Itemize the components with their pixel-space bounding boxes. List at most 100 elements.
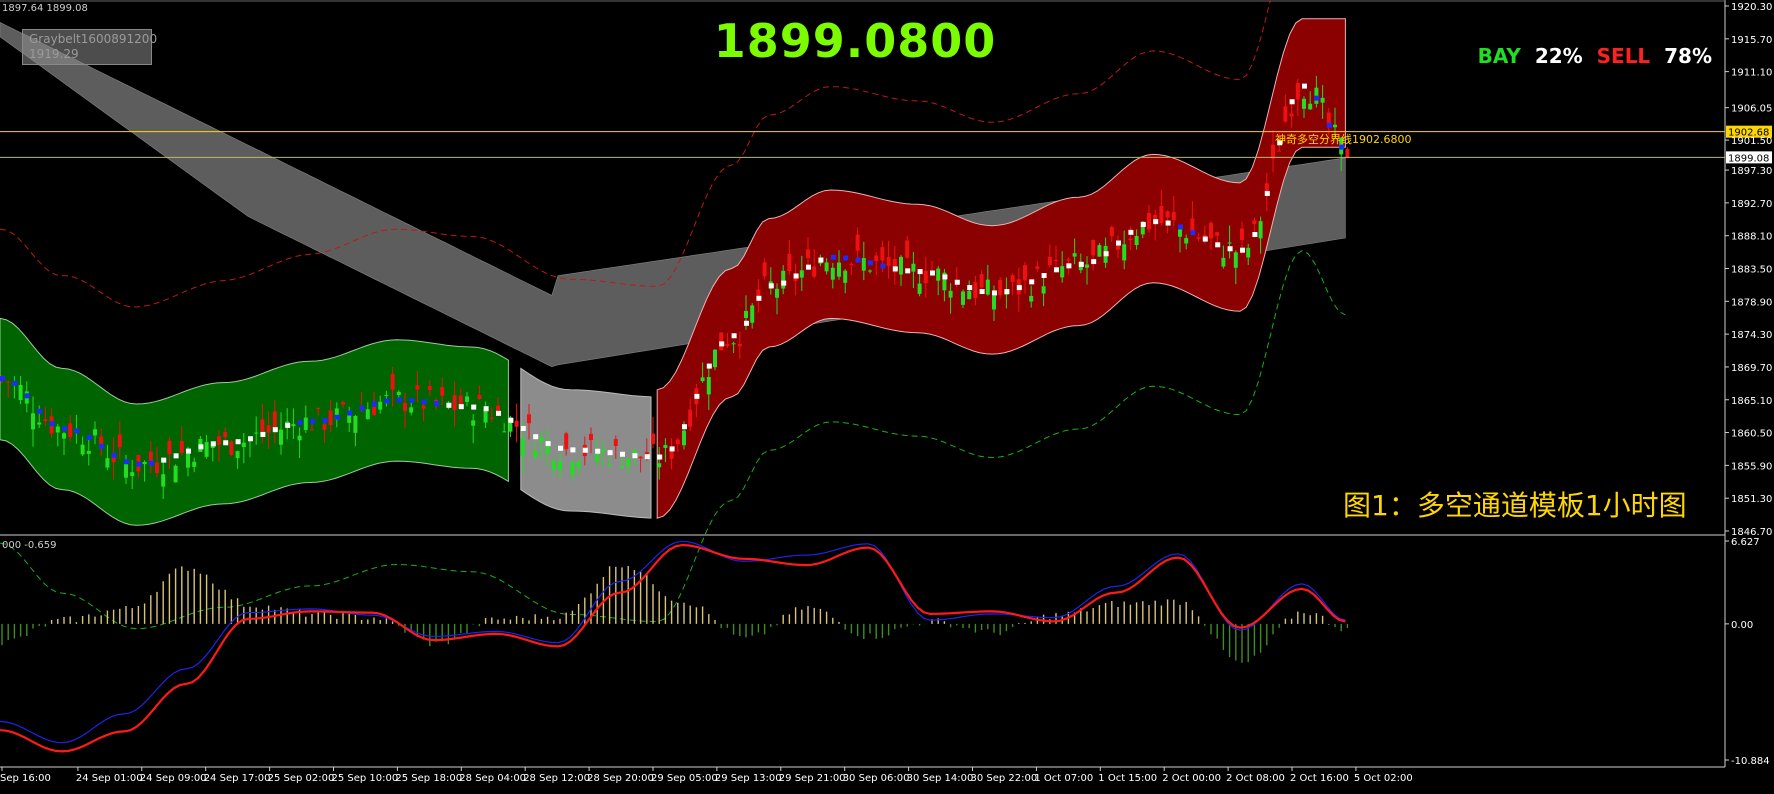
- candle-body: [762, 262, 767, 277]
- trend-dot: [768, 283, 774, 289]
- candle-body: [843, 270, 848, 283]
- candle-body: [744, 310, 748, 318]
- trend-dot: [868, 260, 873, 266]
- macd-panel: [0, 540, 1349, 753]
- candle-body: [117, 434, 122, 448]
- candle-body: [365, 409, 370, 420]
- price-tick-label: 1897.30: [1731, 166, 1772, 177]
- candle-body: [936, 268, 941, 281]
- trend-dot: [124, 459, 129, 465]
- time-tick-label: 30 Sep 14:00: [907, 773, 974, 784]
- candle-body: [725, 343, 730, 347]
- candle-body: [440, 386, 445, 396]
- candle-body: [217, 436, 221, 445]
- trend-dot: [1041, 273, 1047, 279]
- bay-pct: 22%: [1534, 44, 1583, 68]
- bay-label: BAY: [1477, 44, 1521, 68]
- candle-body: [192, 461, 197, 467]
- trend-dot: [533, 434, 539, 440]
- candle-body: [396, 391, 401, 395]
- candle-body: [1060, 266, 1065, 278]
- candle-body: [551, 460, 556, 470]
- time-tick-label: 1 Oct 15:00: [1098, 773, 1157, 784]
- candle-body: [43, 419, 48, 422]
- trend-dot: [1054, 267, 1059, 273]
- trend-dot: [235, 439, 241, 445]
- candle-body: [1277, 150, 1282, 152]
- trend-dot: [1314, 95, 1320, 101]
- time-tick-label: 24 Sep 09:00: [140, 773, 207, 784]
- trend-dot: [99, 443, 105, 449]
- macd-tick-label: -10.884: [1731, 756, 1770, 767]
- candle-body: [1209, 222, 1213, 239]
- candle-body: [1289, 113, 1294, 117]
- candle-body: [1122, 244, 1127, 261]
- trend-dot: [520, 425, 526, 431]
- trend-dot: [458, 404, 464, 410]
- candle-body: [899, 256, 903, 275]
- candle-body: [1184, 238, 1189, 244]
- trend-dot: [1326, 122, 1332, 128]
- trend-dot: [694, 393, 700, 399]
- candle-body: [1159, 206, 1164, 224]
- trend-dot: [508, 417, 514, 423]
- candle-body: [322, 424, 327, 430]
- candle-body: [527, 414, 531, 424]
- candle-body: [948, 290, 953, 298]
- time-tick-label: 2 Oct 08:00: [1226, 773, 1285, 784]
- candle-body: [700, 377, 705, 382]
- candle-body: [917, 283, 922, 294]
- candle-body: [657, 463, 662, 468]
- candle-body: [6, 381, 11, 383]
- trend-dot: [434, 401, 439, 407]
- candle-body: [787, 253, 792, 272]
- candle-body: [651, 433, 655, 445]
- trend-dot: [322, 417, 328, 423]
- macd-tick-label: 0.00: [1731, 620, 1753, 631]
- candle-body: [254, 432, 259, 434]
- candle-body: [1116, 245, 1120, 250]
- trend-dot: [297, 419, 303, 425]
- trend-dot: [719, 341, 725, 347]
- trend-dot: [582, 447, 588, 453]
- trend-dot: [396, 397, 402, 403]
- candle-body: [849, 263, 854, 265]
- candle-body: [272, 411, 277, 429]
- time-tick-label: 2 Oct 16:00: [1290, 773, 1349, 784]
- trend-dot: [1190, 230, 1196, 236]
- sell-pct: 78%: [1664, 44, 1712, 68]
- candle-body: [1054, 259, 1058, 261]
- trend-dot: [558, 445, 563, 451]
- trend-dot: [49, 421, 55, 427]
- candle-body: [1258, 221, 1263, 239]
- candle-body: [1252, 220, 1257, 225]
- candle-body: [1085, 264, 1089, 268]
- trend-dot: [620, 451, 625, 457]
- candle-body: [1128, 238, 1133, 241]
- candle-body: [310, 429, 314, 431]
- candle-body: [372, 406, 376, 416]
- candle-body: [130, 472, 135, 476]
- time-tick-label: 24 Sep 01:00: [76, 773, 143, 784]
- candle-body: [341, 402, 345, 405]
- candle-body: [1029, 295, 1034, 302]
- trend-dot: [1140, 222, 1146, 228]
- candle-body: [564, 433, 569, 450]
- trend-dot: [992, 290, 997, 296]
- candle-body: [1333, 124, 1337, 128]
- candle-body: [303, 417, 308, 430]
- trend-dot: [545, 441, 551, 447]
- candle-body: [421, 405, 426, 409]
- trend-dot: [148, 460, 154, 466]
- trend-dot: [372, 401, 377, 407]
- candle-body: [173, 465, 178, 483]
- trend-dot: [173, 453, 179, 459]
- trend-dot: [1153, 219, 1159, 225]
- price-tick-label: 1892.70: [1731, 199, 1772, 210]
- candle-body: [874, 255, 879, 262]
- candle-body: [502, 431, 507, 433]
- price-tick-label: 1878.90: [1731, 297, 1772, 308]
- time-tick-label: 25 Sep 18:00: [395, 773, 462, 784]
- candle-body: [837, 262, 841, 277]
- trend-dot: [855, 257, 861, 263]
